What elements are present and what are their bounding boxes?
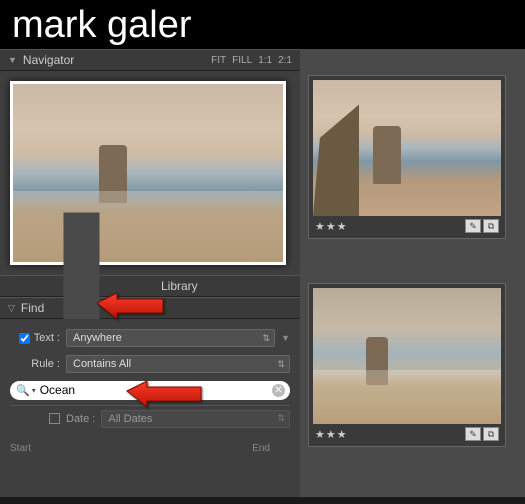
find-title: Find (21, 301, 292, 315)
find-search-row: 🔍 ▾ ✕ (10, 379, 290, 401)
zoom-fit[interactable]: FIT (211, 55, 226, 66)
find-rule-row: Rule : Contains All (10, 353, 290, 375)
text-label: Text : (34, 332, 60, 344)
date-range-row: Start End (0, 439, 300, 462)
find-panel-body: Text : Anywhere ▼ Rule : Contains All 🔍 … (0, 319, 300, 439)
crop-badge-icon[interactable]: ⧉ (483, 427, 499, 441)
clear-search-icon[interactable]: ✕ (272, 384, 285, 397)
library-title: Library (161, 279, 292, 293)
date-label: Date : (66, 413, 95, 425)
rating-stars[interactable]: ★★★ (315, 220, 348, 233)
find-panel-header[interactable]: ▽ Find (0, 297, 300, 319)
left-panel: ▼ Navigator FIT FILL 1:1 2:1 ▼ Library ▽… (0, 49, 300, 497)
library-panel-header[interactable]: ▼ Library (0, 275, 300, 297)
navigator-panel-header[interactable]: ▼ Navigator FIT FILL 1:1 2:1 (0, 49, 300, 71)
search-field-container: 🔍 ▾ ✕ (10, 381, 290, 400)
thumbnail-image (313, 80, 501, 216)
search-input[interactable] (40, 383, 270, 397)
keyword-badge-icon[interactable]: ✎ (465, 427, 481, 441)
zoom-fill[interactable]: FILL (232, 55, 252, 66)
date-end-label: End (252, 443, 270, 454)
rule-label: Rule : (10, 358, 66, 370)
brand-header: mark galer (0, 0, 525, 49)
zoom-controls: FIT FILL 1:1 2:1 (211, 55, 292, 66)
zoom-2-1[interactable]: 2:1 (278, 55, 292, 66)
date-checkbox[interactable] (49, 413, 60, 424)
crop-badge-icon[interactable]: ⧉ (483, 219, 499, 233)
navigator-body (0, 71, 300, 275)
navigator-title: Navigator (23, 53, 211, 67)
zoom-1-1[interactable]: 1:1 (258, 55, 272, 66)
find-text-row: Text : Anywhere ▼ (10, 327, 290, 349)
thumbnail[interactable]: ★★★ ✎ ⧉ (308, 283, 506, 447)
date-start-label: Start (10, 443, 31, 454)
search-scope-caret-icon[interactable]: ▾ (32, 386, 36, 395)
filter-menu-icon[interactable]: ▼ (281, 333, 290, 343)
text-scope-select[interactable]: Anywhere (66, 329, 275, 347)
disclosure-triangle-icon[interactable]: ▽ (8, 303, 15, 314)
keyword-badge-icon[interactable]: ✎ (465, 219, 481, 233)
grid-view: ★★★ ✎ ⧉ ★★★ ✎ ⧉ (300, 49, 525, 497)
thumbnail-image (313, 288, 501, 424)
rating-stars[interactable]: ★★★ (315, 428, 348, 441)
find-date-row: Date : All Dates (10, 405, 290, 427)
navigator-preview[interactable] (10, 81, 286, 265)
text-checkbox[interactable] (19, 333, 30, 344)
search-icon[interactable]: 🔍 (16, 384, 30, 397)
rule-select[interactable]: Contains All (66, 355, 290, 373)
date-select[interactable]: All Dates (101, 410, 290, 428)
thumbnail[interactable]: ★★★ ✎ ⧉ (308, 75, 506, 239)
disclosure-triangle-icon[interactable]: ▼ (8, 55, 17, 65)
brand-title: mark galer (12, 4, 513, 47)
